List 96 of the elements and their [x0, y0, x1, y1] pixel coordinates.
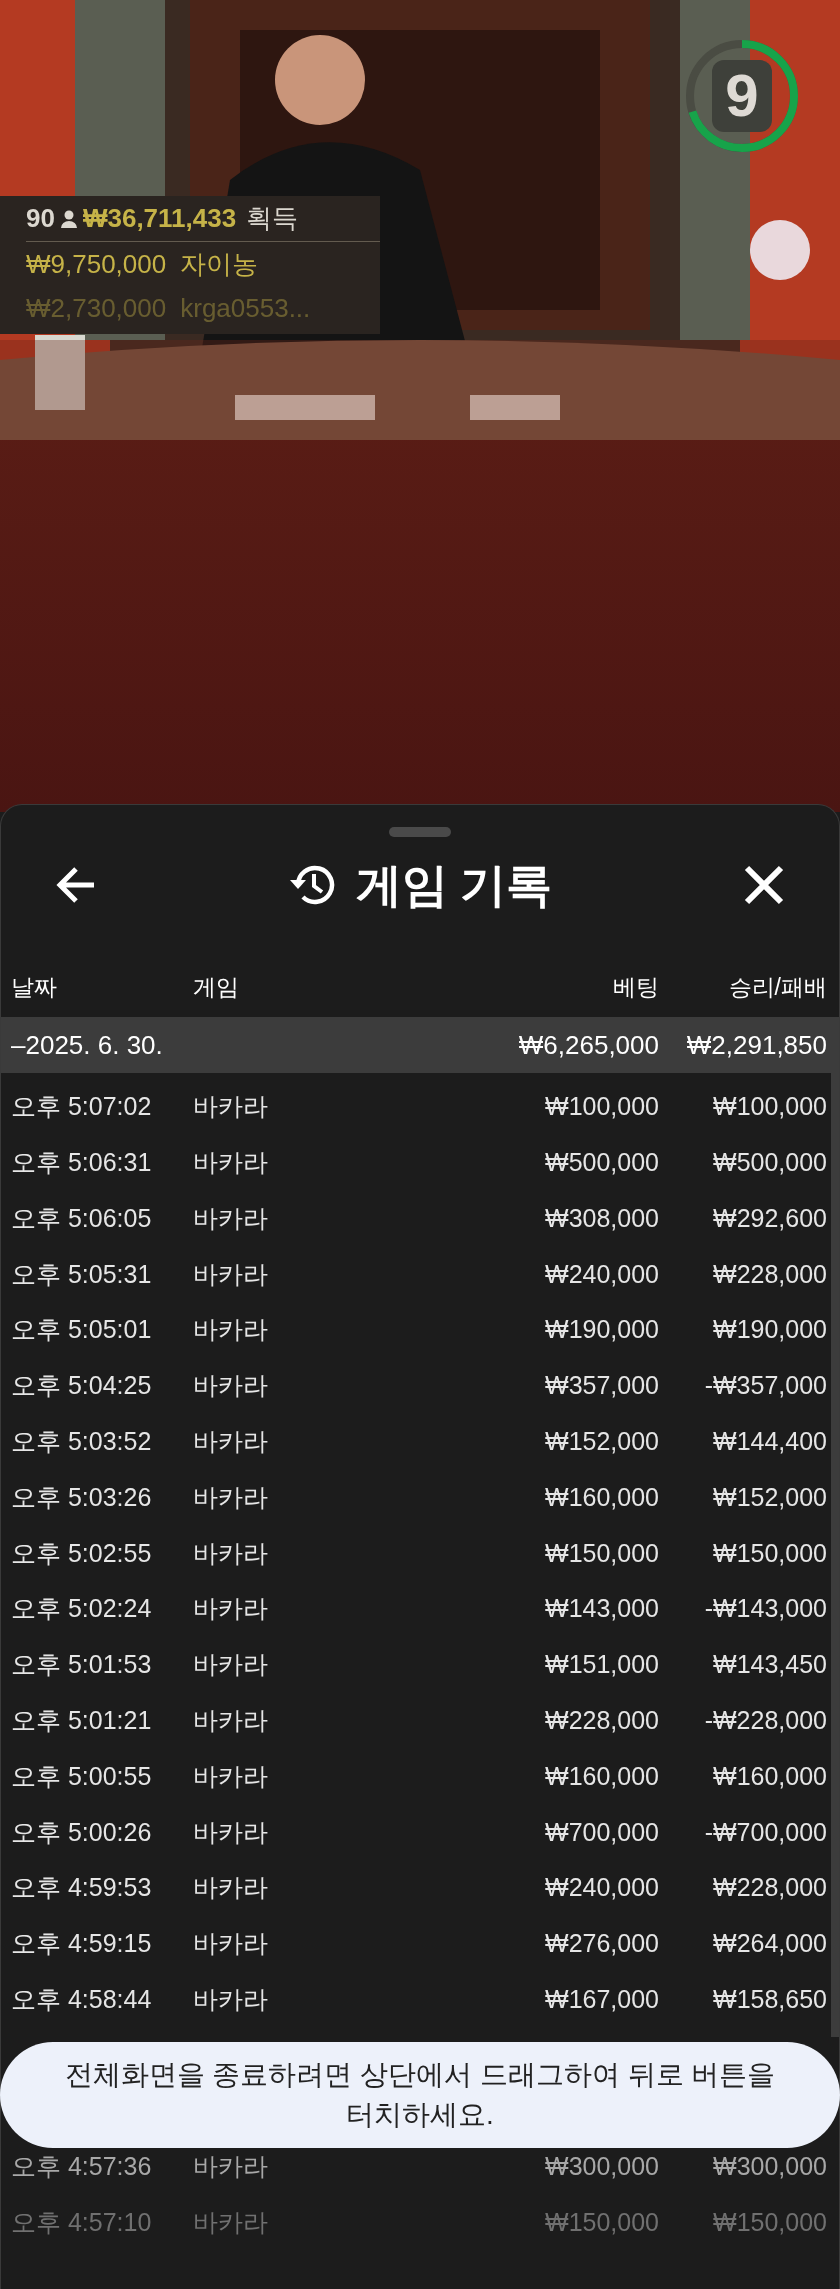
- table-cell-text: ₩167,000: [544, 1983, 660, 2015]
- table-cell-text: 오후 5:01:53: [10, 1649, 153, 1681]
- table-cell-text: 오후 5:00:26: [10, 1816, 153, 1848]
- table-cell-text: ₩100,000: [712, 1091, 828, 1123]
- table-cell-text: 바카라: [192, 1370, 269, 1402]
- table-cell-text: 오후 5:04:25: [10, 1370, 153, 1402]
- table-cell-text: -₩700,000: [703, 1816, 828, 1848]
- table-cell-text: ₩500,000: [544, 1146, 660, 1178]
- person-icon: [60, 209, 77, 228]
- table-cell-text: 바카라: [192, 1983, 269, 2015]
- table-cell-text: ₩300,000: [544, 2151, 660, 2183]
- table-cell-text: 바카라: [192, 1872, 269, 1904]
- table-cell-text: 바카라: [192, 1258, 269, 1290]
- table-cell-text: 바카라: [192, 1760, 269, 1792]
- table-cell-text: 바카라: [192, 1537, 269, 1569]
- table-cell-text: ₩160,000: [544, 1481, 660, 1513]
- table-cell-text: ₩151,000: [544, 1649, 660, 1681]
- table-cell-text: 오후 5:06:31: [10, 1146, 153, 1178]
- table-cell-text: 바카라: [192, 1202, 269, 1234]
- winner-name: 자이농: [180, 247, 259, 281]
- table-cell-text: -₩228,000: [703, 1704, 828, 1736]
- table-cell-text: 바카라: [192, 2151, 269, 2183]
- table-cell-text: 오후 4:59:15: [10, 1928, 153, 1960]
- table-cell-text: ₩190,000: [544, 1314, 660, 1346]
- table-cell-text: ₩158,650: [712, 1983, 828, 2015]
- table-cell-text: 바카라: [192, 1314, 269, 1346]
- table-cell-text: 오후 5:03:52: [10, 1425, 153, 1457]
- table-cell-text: 오후 5:03:26: [10, 1481, 153, 1513]
- table-cell-text: ₩240,000: [544, 1258, 660, 1290]
- table-cell-text: 오후 5:07:02: [10, 1091, 153, 1123]
- table-cell-text: ₩228,000: [712, 1258, 828, 1290]
- drag-handle[interactable]: [389, 827, 451, 837]
- table-cell-text: 바카라: [192, 1146, 269, 1178]
- winnings-label: 획득: [246, 202, 299, 235]
- table-cell-text: ₩700,000: [544, 1816, 660, 1848]
- table-cell-text: 바카라: [192, 1704, 269, 1736]
- table-cell-text: 오후 5:05:01: [10, 1314, 153, 1346]
- table-cell-text: 오후 4:57:10: [10, 2207, 153, 2239]
- winner-name: krga0553...: [180, 291, 311, 325]
- table-cell-text: 오후 5:01:21: [10, 1704, 153, 1736]
- table-cell-text: ₩228,000: [544, 1704, 660, 1736]
- table-cell-text: ₩150,000: [712, 2207, 828, 2239]
- table-cell-text: ₩6,265,000: [517, 1028, 660, 1062]
- table-cell-text: ₩143,000: [544, 1593, 660, 1625]
- table-cell-text: 바카라: [192, 2207, 269, 2239]
- table-cell-text: 오후 5:00:55: [10, 1760, 153, 1792]
- table-cell-text: ₩150,000: [544, 2207, 660, 2239]
- column-header[interactable]: 베팅: [449, 969, 669, 1005]
- table-cell-text: ₩150,000: [544, 1537, 660, 1569]
- table-cell-text: ₩357,000: [544, 1370, 660, 1402]
- column-header[interactable]: 날짜: [1, 969, 181, 1005]
- close-icon: [743, 864, 785, 906]
- table-cell-text: ₩292,600: [712, 1202, 828, 1234]
- table-cell-text: ₩160,000: [544, 1760, 660, 1792]
- sheet-title: 게임 기록: [355, 857, 553, 913]
- table-cell-text: ₩300,000: [712, 2151, 828, 2183]
- table-cell-text: ₩150,000: [712, 1537, 828, 1569]
- table-cell-text: –2025. 6. 30.: [10, 1028, 164, 1062]
- table-cell-text: 바카라: [192, 1091, 269, 1123]
- table-cell-text: ₩143,450: [712, 1649, 828, 1681]
- table-cell-text: ₩190,000: [712, 1314, 828, 1346]
- table-cell-text: 바카라: [192, 1481, 269, 1513]
- column-header[interactable]: 게임: [181, 969, 449, 1005]
- table-cell-text: ₩100,000: [544, 1091, 660, 1123]
- table-cell-text: 오후 5:02:24: [10, 1593, 153, 1625]
- table-cell-text: ₩308,000: [544, 1202, 660, 1234]
- winner-amount: ₩9,750,000: [26, 247, 167, 281]
- table-cell-text: 오후 5:02:55: [10, 1537, 153, 1569]
- table-cell-text: ₩500,000: [712, 1146, 828, 1178]
- table-cell-text: 바카라: [192, 1593, 269, 1625]
- winner-count: 90: [26, 202, 55, 235]
- table-cell-text: 오후 5:06:05: [10, 1202, 153, 1234]
- table-cell-text: ₩264,000: [712, 1928, 828, 1960]
- table-cell-text: 바카라: [192, 1425, 269, 1457]
- table-cell-text: 오후 4:59:53: [10, 1872, 153, 1904]
- table-cell-text: ₩228,000: [712, 1872, 828, 1904]
- table-cell-text: ₩240,000: [544, 1872, 660, 1904]
- column-header[interactable]: 승리/패배: [669, 969, 839, 1005]
- table-cell-text: 오후 5:05:31: [10, 1258, 153, 1290]
- countdown-number: 9: [712, 60, 772, 132]
- table-cell-text: ₩160,000: [712, 1760, 828, 1792]
- table-cell-text: ₩144,400: [712, 1425, 828, 1457]
- table-cell-text: ₩152,000: [712, 1481, 828, 1513]
- total-winnings: ₩36,711,433: [82, 202, 237, 235]
- table-cell-text: -₩143,000: [703, 1593, 828, 1625]
- fullscreen-notice: 전체화면을 종료하려면 상단에서 드래그하여 뒤로 버튼을 터치하세요.: [0, 2042, 840, 2148]
- table-cell-text: ₩2,291,850: [685, 1028, 828, 1062]
- table-cell-text: 바카라: [192, 1816, 269, 1848]
- table-cell-text: ₩276,000: [544, 1928, 660, 1960]
- table-cell-text: -₩357,000: [703, 1370, 828, 1402]
- table-cell-text: 오후 4:57:36: [10, 2151, 153, 2183]
- table-cell-text: 바카라: [192, 1649, 269, 1681]
- table-cell-text: 바카라: [192, 1928, 269, 1960]
- table-cell-text: ₩152,000: [544, 1425, 660, 1457]
- winner-amount: ₩2,730,000: [26, 291, 167, 325]
- table-cell-text: 오후 4:58:44: [10, 1983, 153, 2015]
